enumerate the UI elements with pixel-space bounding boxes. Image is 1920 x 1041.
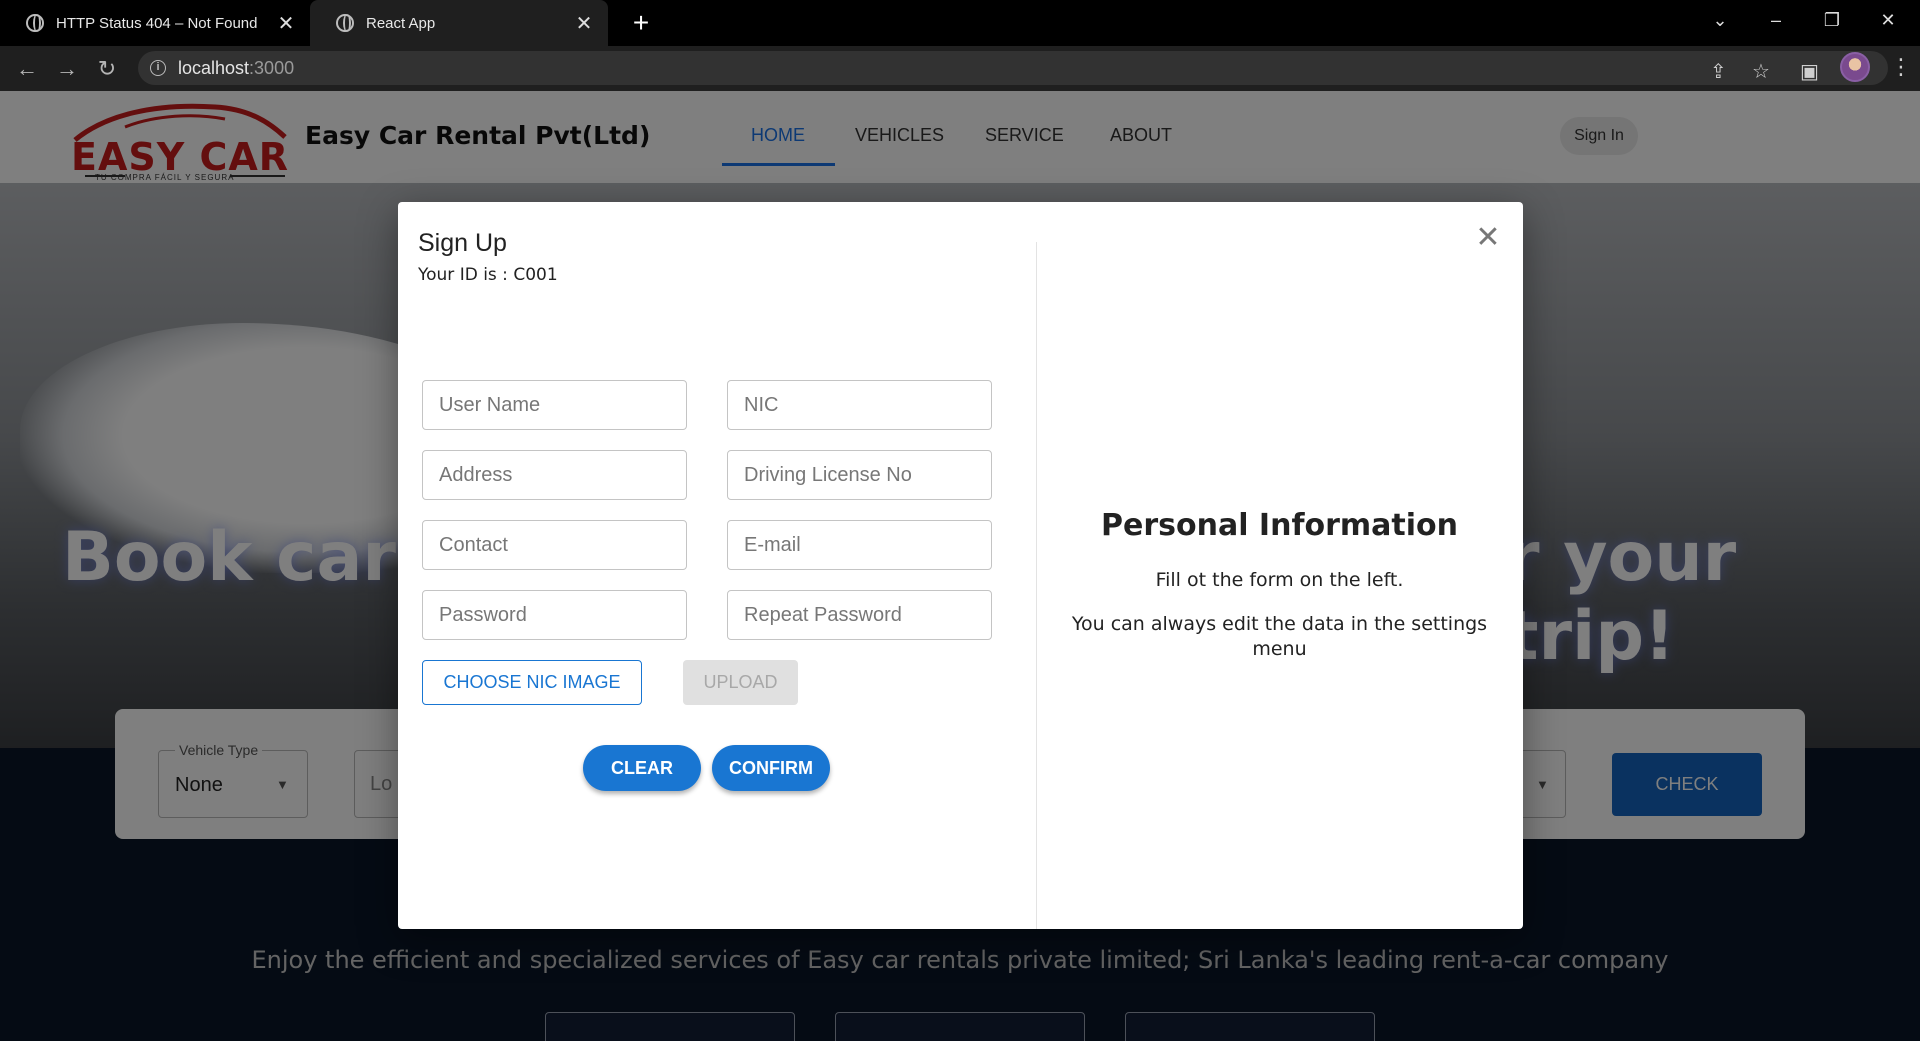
modal-title: Sign Up [418,229,507,257]
back-arrow-icon[interactable]: ← [10,52,44,86]
share-icon[interactable]: ⇪ [1710,59,1727,84]
more-menu-icon[interactable]: ⋮ [1890,52,1912,82]
address-bar: ← → ↻ i localhost:3000 ⇪ ☆ ▣ ⋮ [0,46,1920,91]
info-icon[interactable]: i [150,60,166,76]
chevron-down-icon[interactable]: ⌄ [1692,0,1748,40]
user-name-input[interactable] [423,381,686,429]
info-title: Personal Information [1101,508,1458,543]
customer-id-text: Your ID is : C001 [418,265,558,285]
browser-tab-react-app[interactable]: React App ✕ [310,0,608,46]
window-close-icon[interactable]: ✕ [1860,0,1916,40]
close-icon[interactable]: ✕ [1471,221,1505,255]
tab-title: React App [366,14,436,32]
browser-tab-bar: HTTP Status 404 – Not Found ✕ React App … [0,0,1920,46]
restore-icon[interactable]: ❐ [1804,0,1860,40]
nic-input[interactable] [728,381,991,429]
globe-icon [336,14,354,32]
new-tab-plus-icon[interactable]: + [624,6,658,40]
email-field[interactable] [727,520,992,570]
forward-arrow-icon[interactable]: → [50,52,84,86]
email-input[interactable] [728,521,991,569]
repeat-password-field[interactable] [727,590,992,640]
contact-field[interactable] [422,520,687,570]
minimize-icon[interactable]: – [1748,0,1804,40]
sign-up-modal: Sign Up Your ID is : C001 ✕ CHOOSE NIC I… [398,202,1523,929]
password-field[interactable] [422,590,687,640]
driving-license-input[interactable] [728,451,991,499]
reload-icon[interactable]: ↻ [90,52,124,86]
upload-button[interactable]: UPLOAD [683,660,798,705]
profile-avatar[interactable] [1840,52,1870,82]
clear-button[interactable]: CLEAR [583,745,701,791]
repeat-password-input[interactable] [728,591,991,639]
close-icon[interactable]: ✕ [574,11,594,36]
choose-nic-image-button[interactable]: CHOOSE NIC IMAGE [422,660,642,705]
star-icon[interactable]: ☆ [1752,59,1770,84]
nic-field[interactable] [727,380,992,430]
browser-tab-404[interactable]: HTTP Status 404 – Not Found ✕ [0,0,310,46]
address-input[interactable] [423,451,686,499]
password-input[interactable] [423,591,686,639]
globe-icon [26,14,44,32]
user-name-field[interactable] [422,380,687,430]
url-input[interactable]: i localhost:3000 ⇪ ☆ [138,51,1888,85]
driving-license-field[interactable] [727,450,992,500]
url-text: localhost:3000 [178,58,295,78]
contact-input[interactable] [423,521,686,569]
confirm-button[interactable]: CONFIRM [712,745,830,791]
info-instruction: Fill ot the form on the left. [1155,569,1404,591]
info-note: You can always edit the data in the sett… [1071,613,1488,660]
side-panel-icon[interactable]: ▣ [1800,59,1819,84]
close-icon[interactable]: ✕ [276,11,296,36]
tab-title: HTTP Status 404 – Not Found [56,14,258,32]
address-field[interactable] [422,450,687,500]
